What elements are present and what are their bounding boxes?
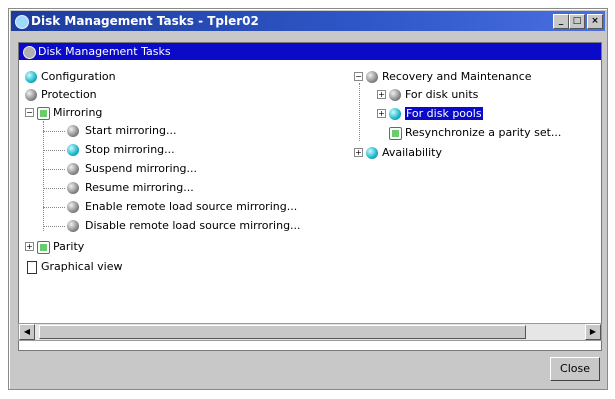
disk-icon (25, 89, 37, 101)
disk-icon (25, 71, 37, 83)
tree-label: Availability (382, 146, 442, 159)
tree-connector (43, 150, 65, 151)
disk-icon (67, 144, 79, 156)
tree-label: Protection (41, 88, 97, 101)
tree-label-selected: For disk pools (405, 107, 483, 120)
title-bar[interactable]: Disk Management Tasks - Tpler02 _ □ × (11, 11, 605, 31)
tree-connector (43, 226, 65, 227)
disk-icon (67, 163, 79, 175)
maximize-button[interactable]: □ (569, 14, 585, 29)
tree-connector (43, 169, 65, 170)
tree-connector (359, 83, 360, 141)
collapse-icon[interactable]: − (354, 72, 363, 81)
document-icon (27, 261, 37, 274)
disk-icon (67, 125, 79, 137)
tree-label: Enable remote load source mirroring... (85, 200, 298, 213)
disk-icon (366, 71, 378, 83)
horizontal-scrollbar[interactable]: ◀ ▶ (18, 323, 602, 341)
scroll-left-icon[interactable]: ◀ (19, 324, 35, 340)
close-window-button[interactable]: × (587, 14, 603, 29)
tasks-panel: Disk Management Tasks Configuration Prot… (18, 42, 602, 351)
disk-icon (389, 108, 401, 120)
tree-connector (43, 131, 65, 132)
tree-connector (43, 188, 65, 189)
scroll-thumb[interactable] (39, 325, 526, 339)
tree-label: Start mirroring... (85, 124, 177, 137)
tree-label: Suspend mirroring... (85, 162, 198, 175)
close-button[interactable]: Close (550, 357, 600, 381)
tree-label: Parity (53, 240, 85, 253)
app-icon (15, 15, 29, 29)
panel-header-label: Disk Management Tasks (38, 45, 171, 58)
tree-label: Disable remote load source mirroring... (85, 219, 301, 232)
expand-icon[interactable]: + (354, 148, 363, 157)
expand-icon[interactable]: + (25, 242, 34, 251)
tree-label: Graphical view (41, 260, 123, 273)
tree-label: Mirroring (53, 106, 103, 119)
tree-label: Configuration (41, 70, 116, 83)
scroll-right-icon[interactable]: ▶ (585, 324, 601, 340)
disk-icon (67, 220, 79, 232)
tree-label: Stop mirroring... (85, 143, 175, 156)
tree-connector (43, 207, 65, 208)
disk-icon (67, 182, 79, 194)
tree-connector (43, 121, 44, 231)
disk-icon (67, 201, 79, 213)
tree-label: Resynchronize a parity set... (405, 126, 562, 139)
disk-icon (366, 147, 378, 159)
window-title: Disk Management Tasks - Tpler02 (31, 14, 259, 28)
panel-header: Disk Management Tasks (19, 43, 601, 60)
expand-icon[interactable]: + (377, 90, 386, 99)
expand-icon[interactable]: + (377, 109, 386, 118)
parity-icon (389, 127, 402, 140)
tree-label: Recovery and Maintenance (382, 70, 532, 83)
minimize-button[interactable]: _ (553, 14, 569, 29)
mirror-icon (37, 107, 50, 120)
disk-icon (23, 46, 36, 59)
disk-icon (389, 89, 401, 101)
parity-icon (37, 241, 50, 254)
collapse-icon[interactable]: − (25, 108, 34, 117)
tree-label: For disk units (405, 88, 479, 101)
tree-label: Resume mirroring... (85, 181, 194, 194)
